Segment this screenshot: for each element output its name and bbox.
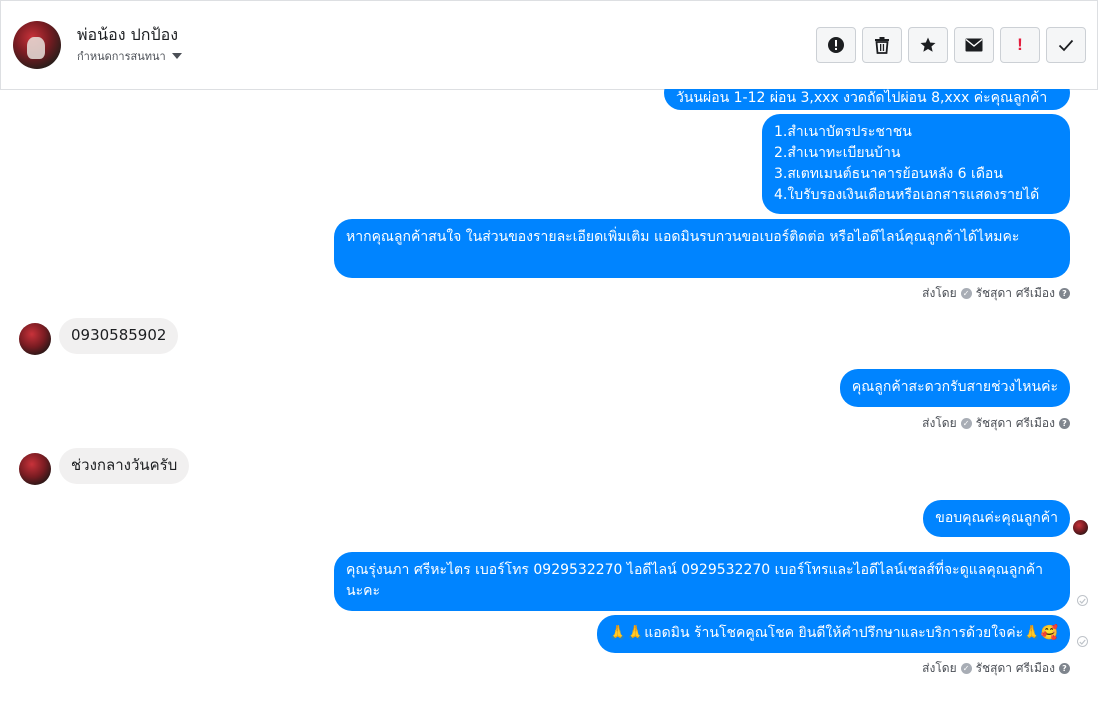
outgoing-message[interactable]: 1.สำเนาบัตรประชาชน 2.สำเนาทะเบียนบ้าน 3.… — [762, 114, 1070, 214]
outgoing-message[interactable]: ขอบคุณค่ะคุณลูกค้า — [923, 500, 1070, 537]
sent-by-info: ส่งโดย ✓ รัชสุดา ศรีเมือง ? — [922, 284, 1070, 303]
outgoing-message[interactable]: วันนผ่อน 1-12 ผ่อน 3,xxx งวดถัดไปผ่อน 8,… — [664, 89, 1070, 110]
sent-by-label: ส่งโดย — [922, 286, 957, 300]
message-text: คุณลูกค้าสะดวกรับสายช่วงไหนค่ะ — [851, 379, 1058, 395]
message-text-line: 1.สำเนาบัตรประชาชน — [774, 124, 912, 140]
contact-avatar-small[interactable] — [19, 453, 51, 485]
mark-done-button[interactable] — [1046, 27, 1086, 63]
sent-by-info: ส่งโดย ✓ รัชสุดา ศรีเมือง ? — [922, 414, 1070, 433]
message-text-line: 3.สเตทเมนต์ธนาคารย้อนหลัง 6 เดือน — [774, 166, 1003, 182]
sent-by-info: ส่งโดย ✓ รัชสุดา ศรีเมือง ? — [922, 659, 1070, 678]
delivered-check-icon — [1077, 595, 1088, 606]
caret-down-icon — [171, 53, 182, 59]
message-text: คุณรุ่งนภา ศรีหะไตร เบอร์โทร 0929532270 … — [346, 562, 1044, 599]
conversation-settings-label: กำหนดการสนทนา — [77, 50, 166, 63]
message-text: หากคุณลูกค้าสนใจ ในส่วนของรายละเอียดเพิ่… — [346, 229, 1020, 245]
sent-by-agent[interactable]: รัชสุดา ศรีเมือง — [976, 284, 1055, 303]
sent-by-agent[interactable]: รัชสุดา ศรีเมือง — [976, 659, 1055, 678]
contact-name[interactable]: พ่อน้อง ปกป้อง — [77, 23, 178, 48]
outgoing-message[interactable]: คุณลูกค้าสะดวกรับสายช่วงไหนค่ะ — [839, 369, 1070, 407]
sent-by-label: ส่งโดย — [922, 416, 957, 430]
envelope-icon — [965, 38, 983, 52]
sent-by-label: ส่งโดย — [922, 661, 957, 675]
outgoing-message[interactable]: 🙏🙏แอดมิน ร้านโชคคูณโชค ยินดีให้คำปรึกษาแ… — [597, 615, 1070, 653]
trash-icon — [875, 37, 889, 54]
report-spam-button[interactable] — [816, 27, 856, 63]
conversation-header: พ่อน้อง ปกป้อง กำหนดการสนทนา ! — [0, 0, 1098, 90]
outgoing-message[interactable]: หากคุณลูกค้าสนใจ ในส่วนของรายละเอียดเพิ่… — [334, 219, 1070, 278]
message-text: 🙏🙏แอดมิน ร้านโชคคูณโชค ยินดีให้คำปรึกษาแ… — [609, 625, 1058, 641]
contact-avatar-small[interactable] — [19, 323, 51, 355]
delete-button[interactable] — [862, 27, 902, 63]
message-thread[interactable]: วันนผ่อน 1-12 ผ่อน 3,xxx งวดถัดไปผ่อน 8,… — [0, 89, 1098, 709]
sent-by-agent[interactable]: รัชสุดา ศรีเมือง — [976, 414, 1055, 433]
message-text: ขอบคุณค่ะคุณลูกค้า — [935, 510, 1058, 526]
delivered-check-icon — [1077, 636, 1088, 647]
star-button[interactable] — [908, 27, 948, 63]
message-text: 0930585902 — [71, 326, 167, 344]
verified-icon: ✓ — [960, 663, 972, 674]
conversation-toolbar: ! — [816, 27, 1086, 63]
help-icon[interactable]: ? — [1059, 418, 1070, 429]
mark-important-button[interactable]: ! — [1000, 27, 1040, 63]
alert-icon — [828, 37, 844, 53]
mark-unread-button[interactable] — [954, 27, 994, 63]
incoming-message[interactable]: 0930585902 — [59, 318, 179, 354]
message-text: ช่วงกลางวันครับ — [71, 456, 178, 474]
contact-avatar[interactable] — [13, 21, 61, 69]
exclamation-icon: ! — [1017, 35, 1023, 54]
star-icon — [920, 37, 936, 52]
incoming-message[interactable]: ช่วงกลางวันครับ — [59, 448, 190, 484]
verified-icon: ✓ — [960, 418, 972, 429]
verified-icon: ✓ — [960, 288, 972, 299]
read-receipt-avatar — [1073, 520, 1088, 535]
check-icon — [1058, 39, 1074, 52]
message-text: วันนผ่อน 1-12 ผ่อน 3,xxx งวดถัดไปผ่อน 8,… — [676, 90, 1048, 106]
message-text-line: 2.สำเนาทะเบียนบ้าน — [774, 145, 901, 161]
outgoing-message[interactable]: คุณรุ่งนภา ศรีหะไตร เบอร์โทร 0929532270 … — [334, 552, 1070, 611]
conversation-settings-dropdown[interactable]: กำหนดการสนทนา — [77, 47, 182, 65]
message-text-line: 4.ใบรับรองเงินเดือนหรือเอกสารแสดงรายได้ — [774, 187, 1040, 203]
help-icon[interactable]: ? — [1059, 663, 1070, 674]
help-icon[interactable]: ? — [1059, 288, 1070, 299]
